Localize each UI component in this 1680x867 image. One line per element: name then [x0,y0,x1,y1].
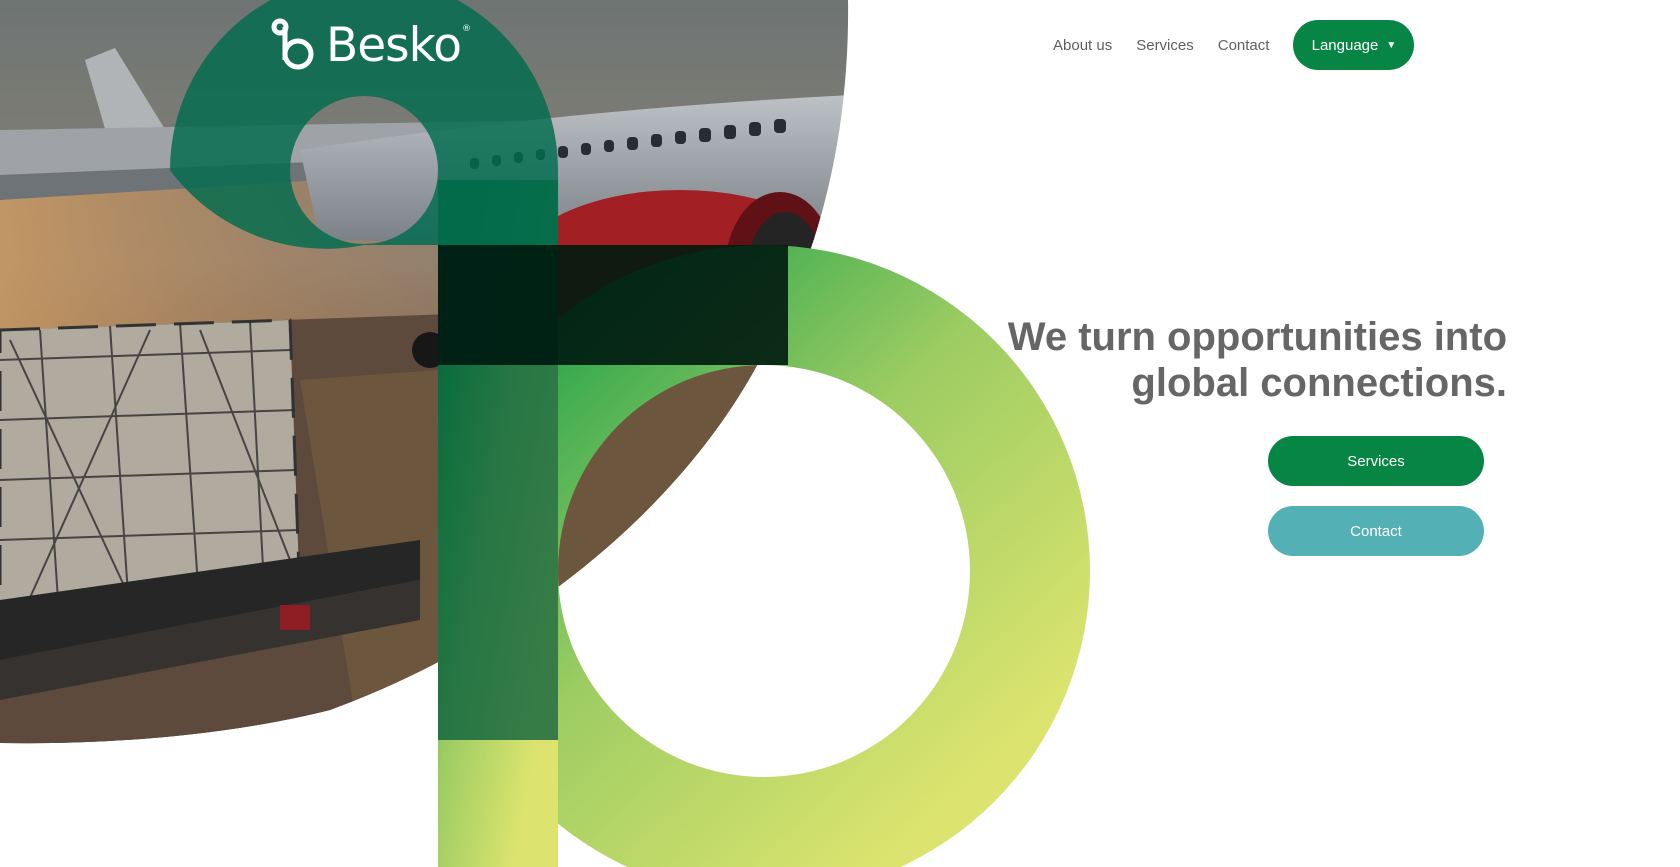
language-button[interactable]: Language ▼ [1293,20,1415,70]
nav-link-services[interactable]: Services [1136,37,1194,54]
caret-down-icon: ▼ [1386,39,1397,51]
brand-name: Besko [326,17,462,73]
contact-cta-button[interactable]: Contact [1268,506,1484,556]
nav-link-contact[interactable]: Contact [1218,37,1270,54]
hero-artwork [0,0,1090,867]
nav-link-about[interactable]: About us [1053,37,1112,54]
headline-line-1: We turn opportunities into [1007,315,1507,359]
language-label: Language [1311,36,1379,54]
services-cta-button[interactable]: Services [1268,436,1484,486]
headline-line-2: global connections. [1131,361,1507,405]
registered-mark: ® [461,24,471,34]
hero-headline: We turn opportunities into global connec… [1008,314,1507,406]
brand-logo[interactable]: Besko ® [270,18,471,72]
brand-mark-icon [271,18,314,70]
main-nav: About us Services Contact Language ▼ [1053,20,1415,70]
